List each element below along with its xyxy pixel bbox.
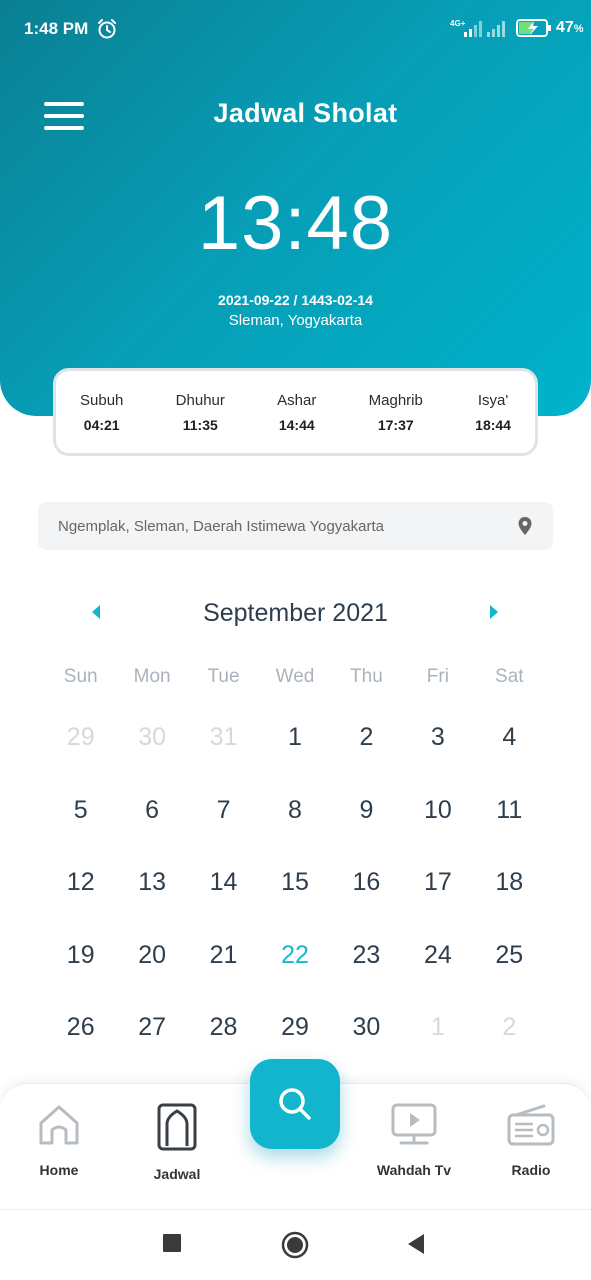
svg-text:4G+: 4G+	[450, 19, 466, 28]
prayer-name: Subuh	[80, 391, 124, 409]
calendar-day[interactable]: 9	[331, 774, 402, 847]
nav-label: Radio	[511, 1162, 551, 1178]
nav-home[interactable]: Home	[4, 1102, 114, 1178]
prayer-time: 04:21	[83, 416, 120, 433]
prayer-time: 11:35	[182, 416, 218, 433]
search-button[interactable]	[250, 1059, 340, 1149]
nav-label: Wahdah Tv	[376, 1162, 452, 1178]
calendar-day[interactable]: 27	[116, 991, 187, 1064]
calendar-day[interactable]: 20	[116, 919, 187, 992]
prayer-time: 17:37	[377, 416, 414, 433]
nav-label: Jadwal	[153, 1166, 201, 1182]
back-icon[interactable]	[406, 1233, 426, 1255]
current-location: Sleman, Yogyakarta	[228, 312, 363, 329]
calendar-day[interactable]: 24	[402, 919, 473, 992]
recents-icon[interactable]	[163, 1234, 181, 1252]
location-field-value: Ngemplak, Sleman, Daerah Istimewa Yogyak…	[58, 517, 385, 535]
weekday-label: Wed	[275, 666, 315, 687]
calendar-day[interactable]: 29	[259, 991, 330, 1064]
calendar-day[interactable]: 19	[45, 919, 116, 992]
calendar-day[interactable]: 10	[402, 774, 473, 847]
battery-charging-icon	[516, 19, 551, 37]
calendar-day[interactable]: 21	[188, 919, 259, 992]
calendar-day[interactable]: 18	[474, 846, 545, 919]
calendar-day[interactable]: 26	[45, 991, 116, 1064]
location-pin-icon[interactable]	[517, 516, 533, 536]
prayer-time: 18:44	[475, 416, 511, 433]
radio-icon	[507, 1104, 555, 1146]
nav-jadwal[interactable]: Jadwal	[122, 1102, 232, 1182]
system-navigation-bar	[0, 1209, 591, 1280]
prayer-name: Maghrib	[368, 391, 423, 409]
calendar-day[interactable]: 23	[331, 919, 402, 992]
weekday-label: Sat	[495, 666, 524, 687]
nav-wahdah-tv[interactable]: Wahdah Tv	[359, 1102, 469, 1178]
prayer-name: Ashar	[277, 391, 317, 409]
calendar-day[interactable]: 6	[116, 774, 187, 847]
home-circle-icon[interactable]	[281, 1231, 309, 1259]
calendar-day[interactable]: 30	[116, 701, 187, 774]
weekday-label: Fri	[426, 666, 449, 687]
tv-play-icon	[391, 1103, 437, 1145]
calendar-day[interactable]: 30	[331, 991, 402, 1064]
calendar-day[interactable]: 15	[259, 846, 330, 919]
search-icon	[279, 1088, 311, 1120]
nav-radio[interactable]: Radio	[476, 1102, 586, 1178]
page-title: Jadwal Sholat	[213, 98, 398, 128]
prayer-time: 14:44	[278, 416, 315, 433]
prayer-ashar: Ashar 14:44	[277, 392, 316, 433]
gregorian-hijri-date: 2021-09-22 / 1443-02-14	[218, 292, 373, 308]
calendar-day[interactable]: 2	[331, 701, 402, 774]
prayer-name: Isya'	[477, 391, 509, 409]
next-month-icon[interactable]	[486, 602, 502, 622]
calendar-day[interactable]: 11	[474, 774, 545, 847]
weekday-label: Sun	[63, 666, 98, 687]
network-4g-icon: 4G+	[450, 19, 482, 37]
calendar-weekdays: Sun Mon Tue Wed Thu Fri Sat	[45, 666, 545, 688]
calendar-day[interactable]: 13	[116, 846, 187, 919]
calendar-day[interactable]: 14	[188, 846, 259, 919]
calendar-day[interactable]: 8	[259, 774, 330, 847]
calendar-day[interactable]: 25	[474, 919, 545, 992]
location-field[interactable]: Ngemplak, Sleman, Daerah Istimewa Yogyak…	[38, 502, 553, 550]
calendar-day[interactable]: 16	[331, 846, 402, 919]
mosque-door-icon	[157, 1103, 197, 1151]
calendar-day[interactable]: 2	[474, 991, 545, 1064]
prayer-dhuhur: Dhuhur 11:35	[176, 392, 225, 433]
status-time: 1:48 PM	[24, 19, 89, 38]
weekday-label: Tue	[207, 666, 240, 687]
signal-icon	[487, 21, 505, 37]
calendar-day[interactable]: 1	[402, 991, 473, 1064]
battery-percent: 47%	[556, 19, 584, 36]
prayer-isya: Isya' 18:44	[475, 392, 511, 433]
status-bar: 1:48 PM 4G+ 47%	[0, 0, 591, 58]
calendar-day[interactable]: 4	[474, 701, 545, 774]
weekday-label: Mon	[133, 666, 171, 687]
prayer-name: Dhuhur	[175, 391, 225, 409]
calendar-day[interactable]: 29	[45, 701, 116, 774]
calendar-day[interactable]: 12	[45, 846, 116, 919]
calendar-day[interactable]: 1	[259, 701, 330, 774]
alarm-icon	[98, 19, 116, 39]
calendar-day[interactable]: 31	[188, 701, 259, 774]
current-time-clock: 13:48	[197, 181, 394, 266]
calendar-day-today[interactable]: 22	[259, 919, 330, 992]
calendar-month-label: September 2021	[203, 599, 388, 627]
calendar-day[interactable]: 5	[45, 774, 116, 847]
home-icon	[39, 1105, 79, 1145]
prayer-times-card: Subuh 04:21 Dhuhur 11:35 Ashar 14:44 Mag…	[53, 368, 538, 456]
calendar-day[interactable]: 7	[188, 774, 259, 847]
calendar-day[interactable]: 3	[402, 701, 473, 774]
prayer-subuh: Subuh 04:21	[80, 392, 123, 433]
weekday-label: Thu	[350, 666, 383, 687]
prayer-maghrib: Maghrib 17:37	[369, 392, 423, 433]
calendar-grid: 29 30 31 1 2 3 4 5 6 7 8 9 10 11 12 13 14 15 16 17 18 19 20 21 2…	[45, 701, 545, 1064]
nav-label: Home	[39, 1162, 79, 1178]
calendar-day[interactable]: 28	[188, 991, 259, 1064]
calendar-day[interactable]: 17	[402, 846, 473, 919]
